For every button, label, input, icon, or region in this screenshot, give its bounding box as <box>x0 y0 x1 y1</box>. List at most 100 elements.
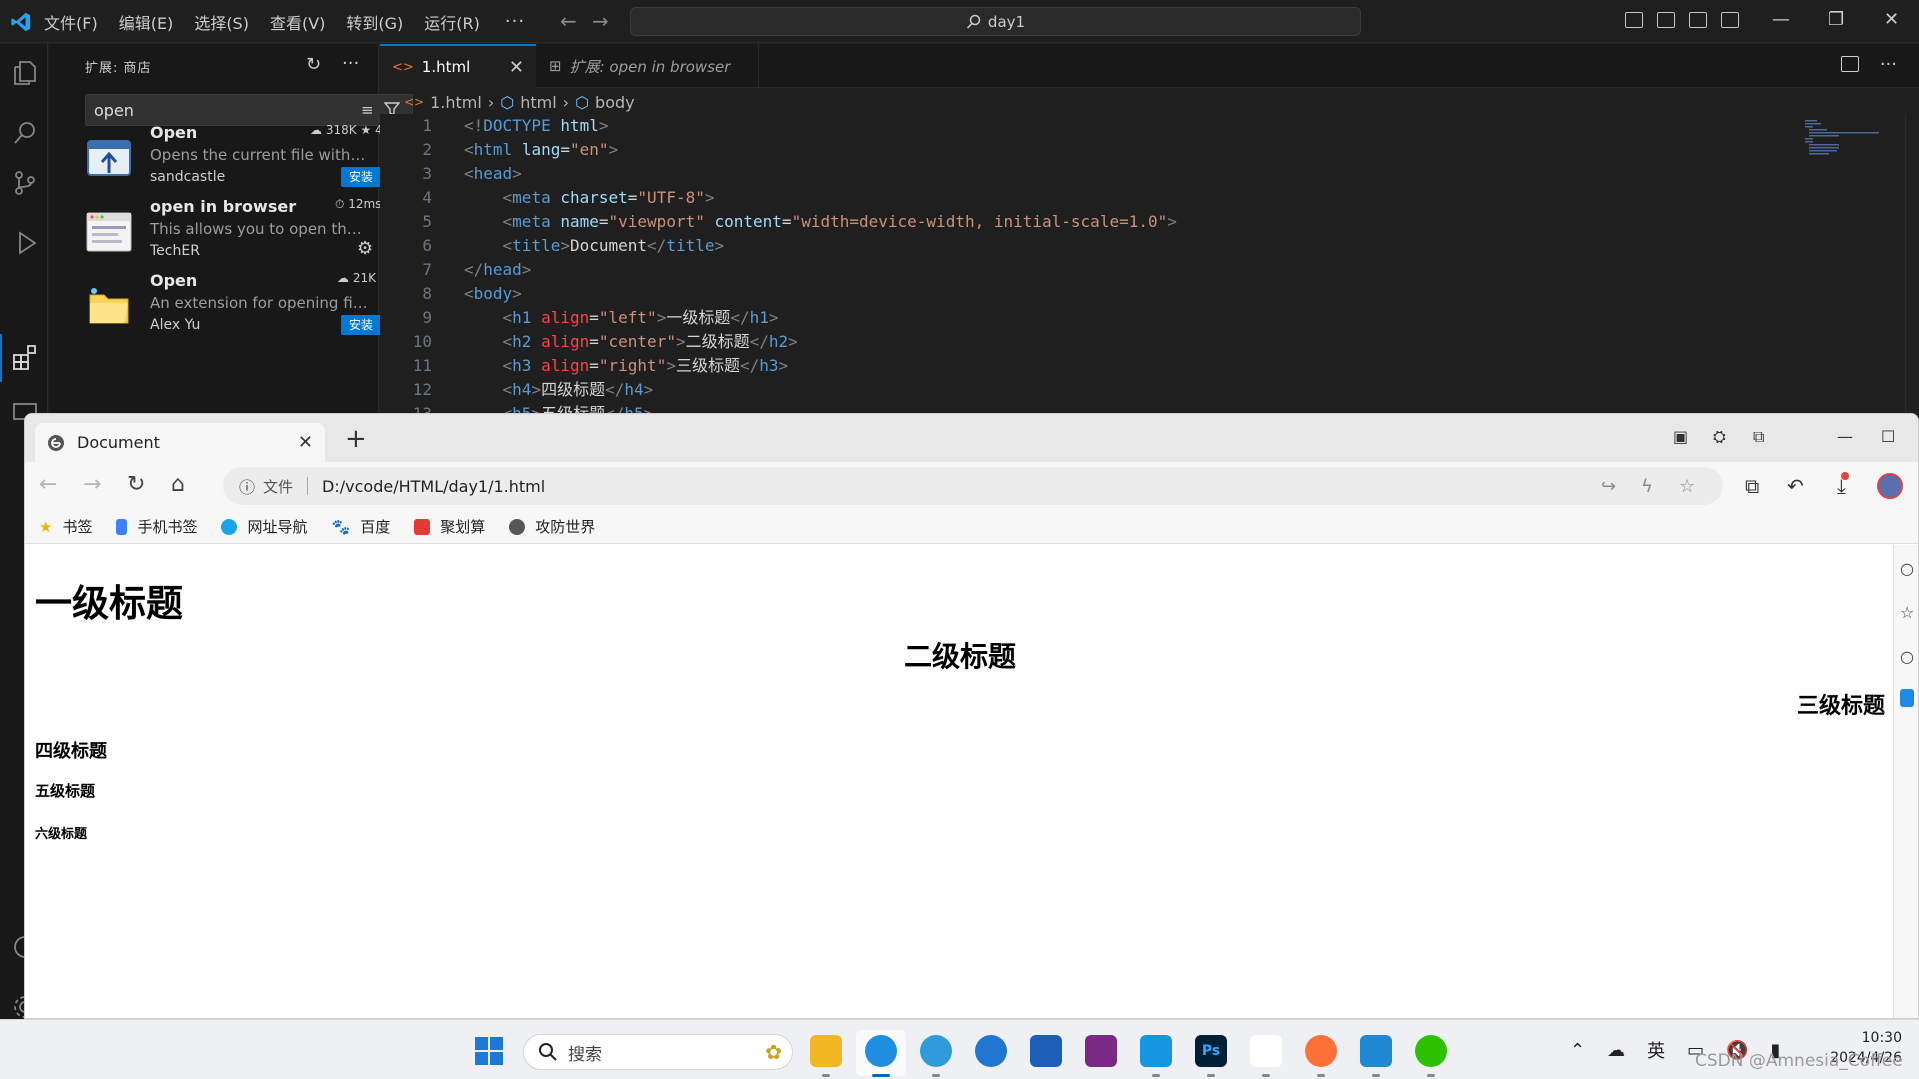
tab-1-html[interactable]: <> 1.html ✕ <box>380 44 536 88</box>
taskbar-search[interactable]: 搜索 ✿ <box>523 1034 793 1070</box>
install-button[interactable]: 安装 <box>341 167 381 187</box>
reading-mode-icon[interactable]: ▣ <box>1673 427 1688 446</box>
onenote-icon[interactable] <box>1085 1035 1117 1067</box>
maximize-icon[interactable]: ☐ <box>1881 427 1895 446</box>
home-icon[interactable]: ⌂ <box>171 472 185 497</box>
history-side-icon[interactable]: ○ <box>1900 647 1914 666</box>
search-placeholder: 搜索 <box>568 1044 602 1065</box>
refresh-icon[interactable]: ↻ <box>306 54 321 75</box>
bookmark-item[interactable]: 手机书签 <box>116 516 197 537</box>
back-icon[interactable]: ← <box>39 472 57 497</box>
heading-5: 五级标题 <box>35 782 96 800</box>
source-control-icon[interactable] <box>12 170 38 196</box>
breadcrumb-file[interactable]: 1.html <box>430 93 482 112</box>
command-center-search[interactable]: day1 <box>630 7 1361 36</box>
code-editor[interactable]: 1 <!DOCTYPE html> 2 <html lang="en"> 3 <hea… <box>380 114 1919 414</box>
edge-icon[interactable] <box>920 1035 952 1067</box>
favorite-star-icon[interactable]: ☆ <box>1679 476 1695 497</box>
split-editor-icon[interactable] <box>1841 56 1859 72</box>
code-line: 9 <h1 align="left">一级标题</h1> <box>422 308 779 327</box>
photoshop-icon[interactable]: Ps <box>1195 1035 1227 1067</box>
breadcrumb-html[interactable]: html <box>520 93 556 112</box>
running-indicator <box>932 1074 940 1077</box>
search-icon[interactable] <box>12 120 38 146</box>
share-icon[interactable]: ↪ <box>1601 476 1616 497</box>
browser-tab[interactable]: Document ✕ <box>35 423 325 462</box>
customize-layout-icon[interactable] <box>1721 12 1739 28</box>
chevron-up-icon[interactable]: ⌃ <box>1570 1040 1585 1061</box>
bookmark-item[interactable]: 攻防世界 <box>509 516 595 537</box>
new-tab-icon[interactable]: + <box>345 424 367 454</box>
bookmark-item[interactable]: 网址导航 <box>221 516 308 537</box>
wechat-icon[interactable] <box>1415 1035 1447 1067</box>
toggle-primary-sidebar-icon[interactable] <box>1625 12 1643 28</box>
bookmark-item[interactable]: 🐾 百度 <box>332 516 391 537</box>
close-tab-icon[interactable]: ✕ <box>509 57 524 78</box>
toggle-secondary-sidebar-icon[interactable] <box>1689 12 1707 28</box>
extensions-icon[interactable]: ⧉ <box>1753 427 1764 447</box>
forward-icon[interactable]: → <box>83 472 101 497</box>
minimap[interactable] <box>1803 118 1883 158</box>
toggle-panel-icon[interactable] <box>1657 12 1675 28</box>
manage-extension-gear-icon[interactable]: ⚙ <box>357 238 373 259</box>
extensions-icon[interactable] <box>12 344 38 370</box>
clear-filter-icon[interactable]: ≡ <box>361 101 374 119</box>
remote-desktop-icon[interactable] <box>1140 1035 1172 1067</box>
star-icon: ★ <box>39 517 53 536</box>
minimize-icon[interactable]: — <box>1772 9 1790 30</box>
editor-scrollbar[interactable] <box>1905 114 1919 414</box>
code-line: 7 </head> <box>422 260 532 279</box>
search-icon <box>966 14 981 29</box>
install-button[interactable]: 安装 <box>341 315 381 335</box>
code-line: 1 <!DOCTYPE html> <box>422 116 609 135</box>
extension-item[interactable]: Open ☁ 21K An extension for opening file… <box>79 266 381 354</box>
forward-arrow-icon[interactable]: → <box>592 9 609 33</box>
search-side-icon[interactable]: ○ <box>1900 559 1914 578</box>
tab-extension-preview[interactable]: ⊞ 扩展: open in browser <box>537 44 759 88</box>
vscode-taskbar-icon[interactable] <box>1360 1035 1392 1067</box>
menu-more-icon[interactable]: ··· <box>505 11 525 32</box>
incognito-icon[interactable]: ⛭ <box>1713 427 1726 447</box>
app-side-icon[interactable] <box>1900 689 1914 707</box>
breadcrumb-body[interactable]: body <box>595 93 635 112</box>
firefox-icon[interactable] <box>1305 1035 1337 1067</box>
profile-avatar[interactable] <box>1877 473 1903 499</box>
extension-publisher: Alex Yu <box>150 317 201 333</box>
app-icon[interactable] <box>1250 1035 1282 1067</box>
info-icon[interactable]: ⓘ <box>239 474 255 498</box>
undo-icon[interactable]: ↶ <box>1787 474 1804 498</box>
run-debug-icon[interactable] <box>12 230 38 256</box>
editor-more-icon[interactable]: ··· <box>1880 54 1897 75</box>
back-arrow-icon[interactable]: ← <box>560 9 577 33</box>
tab-label: 1.html <box>421 58 471 76</box>
bookmark-item[interactable]: ★ 书签 <box>39 516 92 537</box>
menu-selection[interactable]: 选择(S) <box>194 10 249 34</box>
menu-view[interactable]: 查看(V) <box>270 10 325 34</box>
menu-file[interactable]: 文件(F) <box>44 10 98 34</box>
address-bar[interactable]: ⓘ 文件 D:/vcode/HTML/day1/1.html ↪ ϟ ☆ <box>223 467 1723 505</box>
minimize-icon[interactable]: — <box>1837 427 1853 446</box>
page-favicon-icon <box>48 434 64 451</box>
edge-browser-icon[interactable] <box>865 1035 897 1067</box>
explorer-icon[interactable] <box>12 60 38 86</box>
menu-edit[interactable]: 编辑(E) <box>119 10 174 34</box>
extension-publisher: sandcastle <box>150 169 226 185</box>
lightning-icon[interactable]: ϟ <box>1641 476 1653 497</box>
extensions-puzzle-icon[interactable]: ⧉ <box>1745 474 1759 498</box>
extension-name: open in browser <box>150 197 297 216</box>
close-window-icon[interactable]: ✕ <box>1884 9 1899 30</box>
more-actions-icon[interactable]: ··· <box>342 53 359 74</box>
restore-icon[interactable]: ❐ <box>1828 9 1844 30</box>
onedrive-cloud-icon[interactable]: ☁ <box>1607 1040 1625 1061</box>
menu-run[interactable]: 运行(R) <box>424 10 480 34</box>
reload-icon[interactable]: ↻ <box>127 472 145 497</box>
menu-go[interactable]: 转到(G) <box>346 10 403 34</box>
windows-start-icon[interactable] <box>474 1036 504 1066</box>
file-explorer-icon[interactable] <box>810 1035 842 1067</box>
microsoft-store-icon[interactable] <box>1030 1035 1062 1067</box>
kugou-icon[interactable] <box>975 1035 1007 1067</box>
input-method[interactable]: 英 <box>1647 1037 1665 1063</box>
bookmark-item[interactable]: 聚划算 <box>414 516 485 537</box>
close-tab-icon[interactable]: ✕ <box>298 432 313 453</box>
favorites-side-icon[interactable]: ☆ <box>1900 603 1914 622</box>
